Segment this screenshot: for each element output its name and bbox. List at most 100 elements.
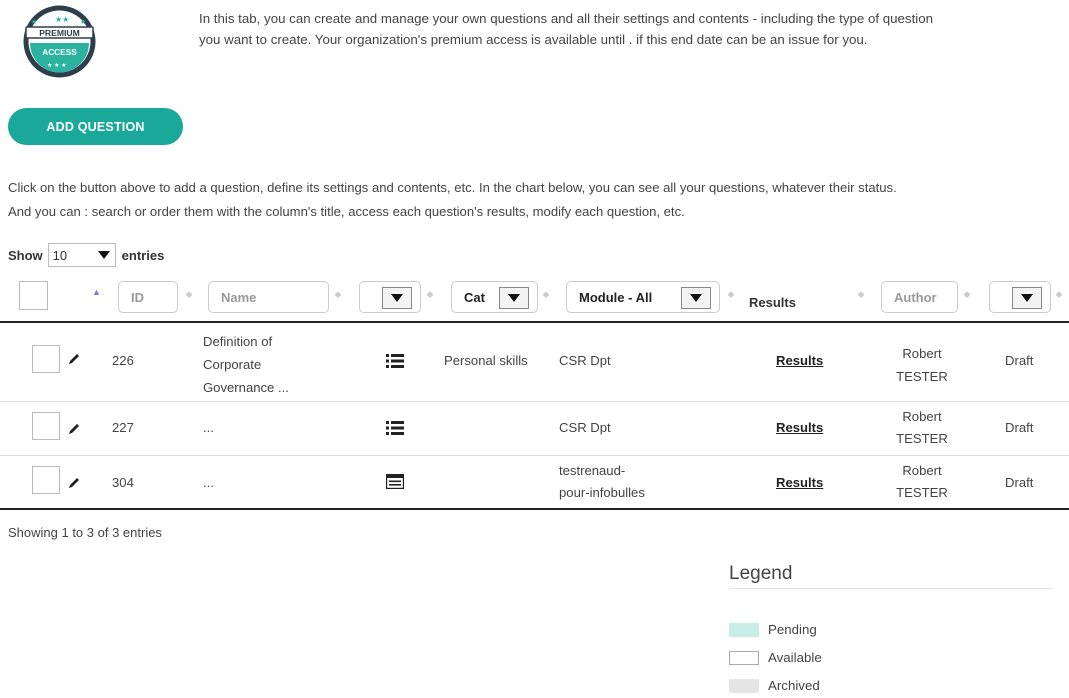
legend-label: Available [768, 650, 822, 665]
badge-bottom-text: ACCESS [42, 47, 77, 57]
category-filter-select[interactable]: Cat [451, 281, 538, 313]
status-filter-select[interactable] [989, 281, 1051, 313]
premium-access-badge: ★ ★★ ★ PREMIUM ACCESS ★ ★ ★ [23, 5, 96, 78]
badge-top-text: PREMIUM [39, 28, 80, 38]
name-filter-placeholder: Name [221, 289, 257, 305]
legend-item-archived: Archived [729, 678, 820, 693]
row-module: testrenaud- pour-infobulles [559, 460, 645, 504]
intro-line-2: you want to create. Your organization's … [199, 32, 868, 47]
legend-title: Legend [729, 563, 793, 584]
type-filter-dropdown-button[interactable] [382, 287, 412, 309]
description-line-2: And you can : search or order them with … [8, 204, 685, 219]
form-icon [385, 473, 405, 492]
intro-text: In this tab, you can create and manage y… [199, 8, 1059, 50]
author-filter-input[interactable]: Author [881, 281, 958, 313]
row-checkbox[interactable] [32, 345, 60, 373]
chevron-down-icon [1021, 294, 1033, 302]
category-filter-value: Cat [464, 289, 485, 305]
chevron-down-icon [508, 294, 520, 302]
row-results-link[interactable]: Results [776, 475, 823, 490]
pencil-icon[interactable] [67, 422, 81, 439]
description-text: Click on the button above to add a quest… [8, 176, 1068, 224]
sort-icon[interactable]: ◆ [542, 290, 550, 299]
row-author-line: Robert [902, 346, 942, 361]
legend-divider [729, 588, 1052, 589]
row-author: Robert TESTER [880, 406, 964, 450]
sort-icon[interactable]: ◆ [334, 290, 342, 299]
show-entries: Show 10 entries [8, 243, 164, 267]
row-module: CSR Dpt [559, 420, 611, 435]
entries-label: entries [121, 247, 165, 263]
table-bottom-border [0, 508, 1069, 510]
table-info-text: Showing 1 to 3 of 3 entries [8, 525, 162, 540]
chevron-down-icon [97, 251, 110, 259]
author-filter-placeholder: Author [894, 289, 937, 305]
pencil-icon[interactable] [67, 352, 81, 369]
row-module-line: testrenaud- [559, 463, 626, 478]
sort-asc-icon[interactable]: ▲ [92, 288, 101, 297]
id-filter-input[interactable]: ID [118, 281, 178, 313]
row-name[interactable]: ... [203, 475, 214, 490]
row-id: 227 [112, 420, 134, 435]
sort-icon[interactable]: ◆ [857, 290, 865, 299]
sort-icon[interactable]: ◆ [727, 290, 735, 299]
legend-item-pending: Pending [729, 622, 817, 637]
sort-icon[interactable]: ◆ [1055, 290, 1063, 299]
row-author-line: Robert [902, 463, 942, 478]
id-filter-placeholder: ID [131, 289, 144, 305]
module-filter-value: Module - All [579, 289, 653, 305]
row-checkbox[interactable] [32, 412, 60, 440]
results-column-header: Results [749, 295, 796, 310]
row-author-line: TESTER [896, 485, 948, 500]
row-author: Robert TESTER [880, 342, 964, 388]
description-line-1: Click on the button above to add a quest… [8, 180, 897, 195]
row-name[interactable]: Definition of Corporate Governance ... [203, 330, 289, 399]
row-author-line: Robert [902, 409, 942, 424]
row-author-line: TESTER [896, 369, 948, 384]
list-icon [386, 421, 404, 438]
status-filter-dropdown-button[interactable] [1012, 287, 1042, 309]
module-filter-dropdown-button[interactable] [681, 287, 711, 309]
row-name-line: Governance ... [203, 380, 289, 395]
row-module: CSR Dpt [559, 353, 611, 368]
sort-icon[interactable]: ◆ [963, 290, 971, 299]
list-icon [386, 354, 404, 371]
row-status: Draft [1005, 420, 1034, 435]
row-author: Robert TESTER [880, 460, 964, 504]
row-id: 304 [112, 475, 134, 490]
row-category: Personal skills [444, 353, 528, 368]
table-filter-row: ▲ ID ◆ Name ◆ ◆ Cat ◆ Module - All ◆ Res… [0, 281, 1069, 321]
svg-text:★ ★ ★: ★ ★ ★ [47, 62, 66, 69]
row-status: Draft [1005, 353, 1034, 368]
select-all-checkbox[interactable] [19, 281, 48, 310]
table-row[interactable]: 226 Definition of Corporate Governance .… [0, 323, 1069, 401]
chevron-down-icon [690, 294, 702, 302]
pencil-icon[interactable] [67, 476, 81, 493]
row-name-line: Corporate [203, 357, 262, 372]
show-label: Show [8, 247, 43, 263]
legend-swatch [729, 622, 759, 637]
row-author-line: TESTER [896, 431, 948, 446]
chevron-down-icon [391, 294, 403, 302]
row-results-link[interactable]: Results [776, 353, 823, 368]
table-row[interactable]: 227 ... CSR Dpt Results Robert TESTER Dr… [0, 402, 1069, 455]
module-filter-select[interactable]: Module - All [566, 281, 720, 313]
row-results-link[interactable]: Results [776, 420, 823, 435]
table-row[interactable]: 304 ... testrenaud- pour-infobulles Resu… [0, 456, 1069, 508]
legend-item-available: Available [729, 650, 822, 665]
type-filter-select[interactable] [359, 281, 421, 313]
name-filter-input[interactable]: Name [208, 281, 329, 313]
row-name-line: Definition of [203, 334, 273, 349]
legend-label: Pending [768, 622, 817, 637]
row-status: Draft [1005, 475, 1034, 490]
add-question-button[interactable]: ADD QUESTION [8, 108, 183, 145]
row-module-line: pour-infobulles [559, 485, 645, 500]
category-filter-dropdown-button[interactable] [499, 287, 529, 309]
sort-icon[interactable]: ◆ [426, 290, 434, 299]
svg-text:★: ★ [80, 18, 86, 26]
row-checkbox[interactable] [32, 466, 60, 494]
sort-icon[interactable]: ◆ [185, 290, 193, 299]
row-name[interactable]: ... [203, 420, 214, 435]
entries-per-page-select[interactable]: 10 [47, 243, 116, 267]
legend-swatch [729, 678, 759, 693]
